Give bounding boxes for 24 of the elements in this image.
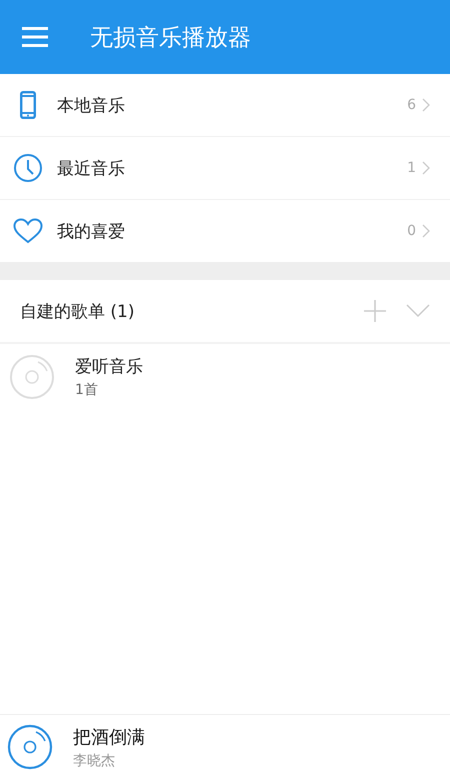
song-count: 1首 bbox=[75, 381, 99, 399]
item-count: 6 bbox=[407, 97, 416, 113]
item-label: 最近音乐 bbox=[57, 158, 126, 180]
disc-icon bbox=[9, 354, 55, 400]
app-title: 无损音乐播放器 bbox=[90, 24, 251, 52]
heart-icon bbox=[13, 218, 43, 244]
library-item[interactable]: 本地音乐 6 bbox=[0, 74, 450, 136]
chevron-right-icon bbox=[422, 224, 430, 238]
chevron-right-icon bbox=[422, 98, 430, 112]
item-count: 1 bbox=[407, 160, 416, 176]
library-item[interactable]: 最近音乐 1 bbox=[0, 136, 450, 199]
chevron-right-icon bbox=[422, 161, 430, 175]
playlist-item[interactable]: 爱听音乐 1首 bbox=[0, 344, 450, 410]
item-count: 0 bbox=[407, 223, 416, 239]
clock-icon bbox=[13, 153, 43, 183]
item-label: 我的喜爱 bbox=[57, 220, 126, 242]
playlist-name: 爱听音乐 bbox=[75, 356, 143, 378]
menu-icon[interactable] bbox=[22, 27, 48, 47]
song-title: 把酒倒满 bbox=[73, 726, 145, 748]
section-title: 自建的歌单 (1) bbox=[20, 300, 136, 322]
item-label: 本地音乐 bbox=[57, 94, 126, 116]
disc-icon[interactable] bbox=[7, 724, 53, 770]
phone-icon bbox=[20, 91, 36, 119]
artist-name: 李晓杰 bbox=[73, 752, 116, 770]
